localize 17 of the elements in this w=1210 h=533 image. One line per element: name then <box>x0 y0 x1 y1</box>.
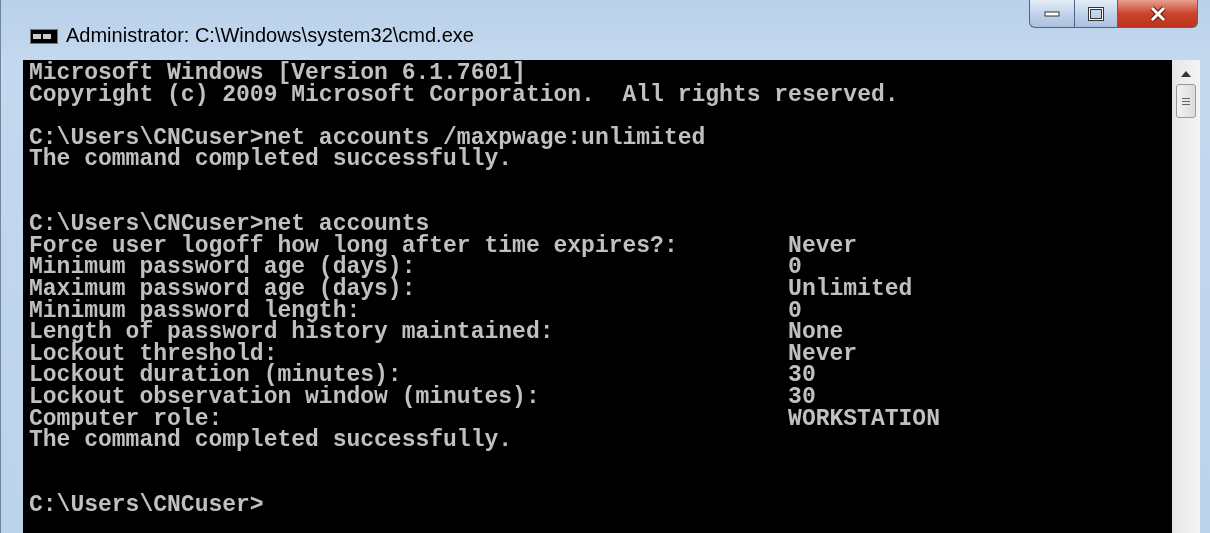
scroll-up-icon[interactable] <box>1180 70 1192 78</box>
console-line: C:\Users\CNCuser> <box>29 494 265 517</box>
minimize-icon <box>1044 10 1060 17</box>
close-button[interactable] <box>1118 0 1198 28</box>
console-icon <box>30 29 58 44</box>
scroll-thumb[interactable] <box>1176 84 1196 118</box>
setting-value: Unlimited <box>788 275 913 302</box>
close-icon <box>1148 5 1167 22</box>
console-line: The command completed successfully. <box>29 149 513 171</box>
maximize-icon <box>1088 6 1104 21</box>
grip-icon <box>1181 96 1191 106</box>
minimize-button[interactable] <box>1029 0 1075 28</box>
console-line: The command completed successfully. <box>29 430 514 452</box>
maximize-button[interactable] <box>1075 0 1118 28</box>
vertical-scrollbar[interactable] <box>1172 60 1200 533</box>
window-title: Administrator: C:\Windows\system32\cmd.exe <box>66 24 474 47</box>
console-line: Copyright (c) 2009 Microsoft Corporation. All rights reserved. <box>29 84 900 107</box>
